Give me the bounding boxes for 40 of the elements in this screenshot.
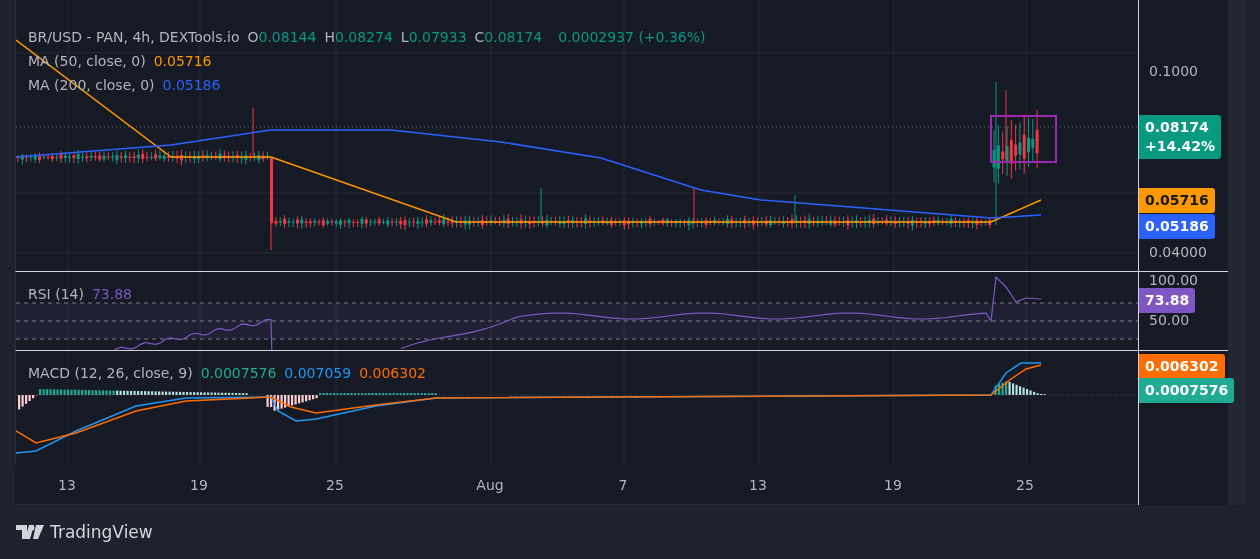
logo-icon [16, 525, 44, 539]
axis-label: 13 [58, 477, 76, 493]
axis-label: 100.00 [1149, 272, 1198, 288]
price-tag: 0.08174 +14.42% [1139, 115, 1222, 159]
selection-rectangle [990, 115, 1057, 163]
macd-tag: 0.0007576 [1139, 378, 1235, 403]
ohlc-value: 0.08174 [484, 29, 543, 45]
axis-label: 19 [190, 477, 208, 493]
macd-tag: 0.006302 [1139, 354, 1225, 379]
indicator-value: 0.006302 [359, 365, 426, 381]
indicator-value: 0.05716 [153, 53, 212, 69]
ohlc-value: 0.08274 [334, 29, 393, 45]
axis-label: 0.04000 [1149, 244, 1207, 260]
ohlc-label: C [474, 29, 485, 45]
ohlc-value: 0.07933 [408, 29, 467, 45]
axis-label: 25 [1016, 477, 1034, 493]
axis-label: 7 [618, 477, 628, 493]
price-change: 0.0002937 (+0.36%) [558, 29, 706, 45]
histogram-bars [994, 381, 1046, 395]
brand-name: TradingView [50, 522, 153, 542]
indicator-label: RSI (14) [28, 286, 84, 302]
axis-label: 50.00 [1149, 312, 1190, 328]
indicator-value: 73.88 [91, 286, 133, 302]
ohlc-label: O [247, 29, 259, 45]
axis-label: 13 [749, 477, 767, 493]
indicator-label: MACD (12, 26, close, 9) [28, 365, 193, 381]
indicator-value: 0.05186 [162, 77, 221, 93]
axis-label: 19 [884, 477, 902, 493]
price-tag: 0.05186 [1139, 214, 1215, 239]
ohlc-label: H [324, 29, 335, 45]
indicator-value: 0.0007576 [200, 365, 277, 381]
ohlc-value: 0.08144 [258, 29, 317, 45]
symbol-title: BR/USD - PAN, 4h, DEXTools.io [28, 29, 240, 45]
rsi-tag: 73.88 [1139, 288, 1196, 313]
axis-label: 0.1000 [1149, 63, 1198, 79]
indicator-value: 0.007059 [284, 365, 352, 381]
price-tag: 0.05716 [1139, 188, 1215, 213]
axis-label: Aug [476, 477, 504, 493]
axis-label: 25 [326, 477, 344, 493]
ohlc-label: L [400, 29, 409, 45]
